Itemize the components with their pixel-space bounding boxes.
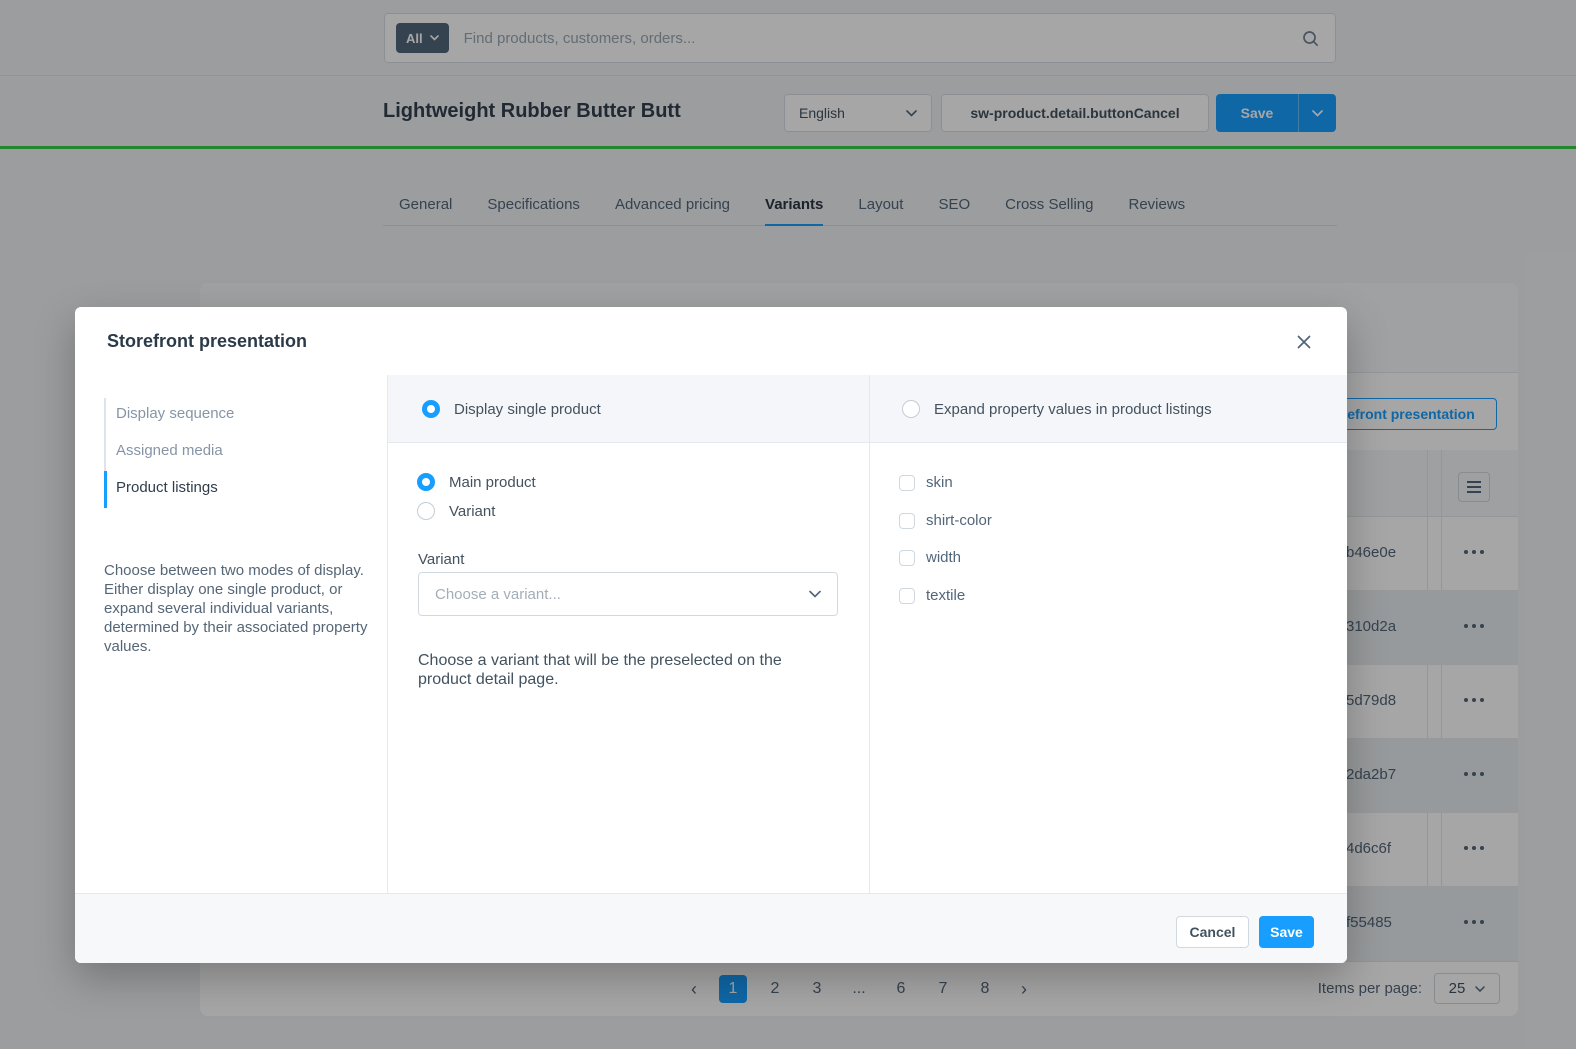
main-product-label[interactable]: Main product bbox=[449, 474, 536, 491]
variant-option-label[interactable]: Variant bbox=[449, 503, 495, 520]
property-label[interactable]: width bbox=[926, 549, 961, 566]
modal-column-divider bbox=[387, 375, 388, 893]
property-label[interactable]: shirt-color bbox=[926, 512, 992, 529]
checkbox-icon[interactable] bbox=[899, 588, 915, 604]
property-checkbox-width[interactable]: width bbox=[899, 549, 961, 566]
property-checkbox-shirt-color[interactable]: shirt-color bbox=[899, 512, 992, 529]
variant-option[interactable]: Variant bbox=[417, 502, 495, 520]
modal-column-divider bbox=[869, 375, 870, 893]
save-button[interactable]: Save bbox=[1259, 916, 1314, 948]
variant-help-text: Choose a variant that will be the presel… bbox=[418, 651, 820, 689]
checkbox-icon[interactable] bbox=[899, 513, 915, 529]
property-label[interactable]: skin bbox=[926, 474, 953, 491]
screen: All Find products, customers, orders... … bbox=[0, 0, 1576, 1049]
checkbox-icon[interactable] bbox=[899, 550, 915, 566]
property-checkbox-skin[interactable]: skin bbox=[899, 474, 953, 491]
expand-property-values-label[interactable]: Expand property values in product listin… bbox=[934, 401, 1212, 418]
radio-icon[interactable] bbox=[417, 502, 435, 520]
chevron-down-icon bbox=[809, 590, 821, 598]
sidebar-active-indicator bbox=[104, 471, 107, 508]
display-single-product-option[interactable]: Display single product bbox=[422, 400, 601, 418]
radio-icon[interactable] bbox=[422, 400, 440, 418]
checkbox-icon[interactable] bbox=[899, 475, 915, 491]
sidebar-item-product-listings[interactable]: Product listings bbox=[116, 479, 218, 496]
variant-field-label: Variant bbox=[418, 551, 464, 568]
radio-icon[interactable] bbox=[902, 400, 920, 418]
property-checkbox-textile[interactable]: textile bbox=[899, 587, 965, 604]
sidebar-item-assigned-media[interactable]: Assigned media bbox=[116, 442, 223, 459]
main-product-option[interactable]: Main product bbox=[417, 473, 536, 491]
radio-icon[interactable] bbox=[417, 473, 435, 491]
variant-select-placeholder: Choose a variant... bbox=[435, 586, 561, 603]
property-label[interactable]: textile bbox=[926, 587, 965, 604]
modal-footer: Cancel Save bbox=[75, 893, 1347, 963]
cancel-button[interactable]: Cancel bbox=[1176, 916, 1249, 948]
variant-select[interactable]: Choose a variant... bbox=[418, 572, 838, 616]
close-icon[interactable] bbox=[1293, 331, 1315, 353]
storefront-presentation-modal: Storefront presentation Display sequence… bbox=[75, 307, 1347, 963]
sidebar-item-display-sequence[interactable]: Display sequence bbox=[116, 405, 234, 422]
modal-title: Storefront presentation bbox=[107, 331, 307, 352]
display-single-product-label[interactable]: Display single product bbox=[454, 401, 601, 418]
expand-property-values-option[interactable]: Expand property values in product listin… bbox=[902, 400, 1212, 418]
mode-description: Choose between two modes of display. Eit… bbox=[104, 561, 370, 656]
